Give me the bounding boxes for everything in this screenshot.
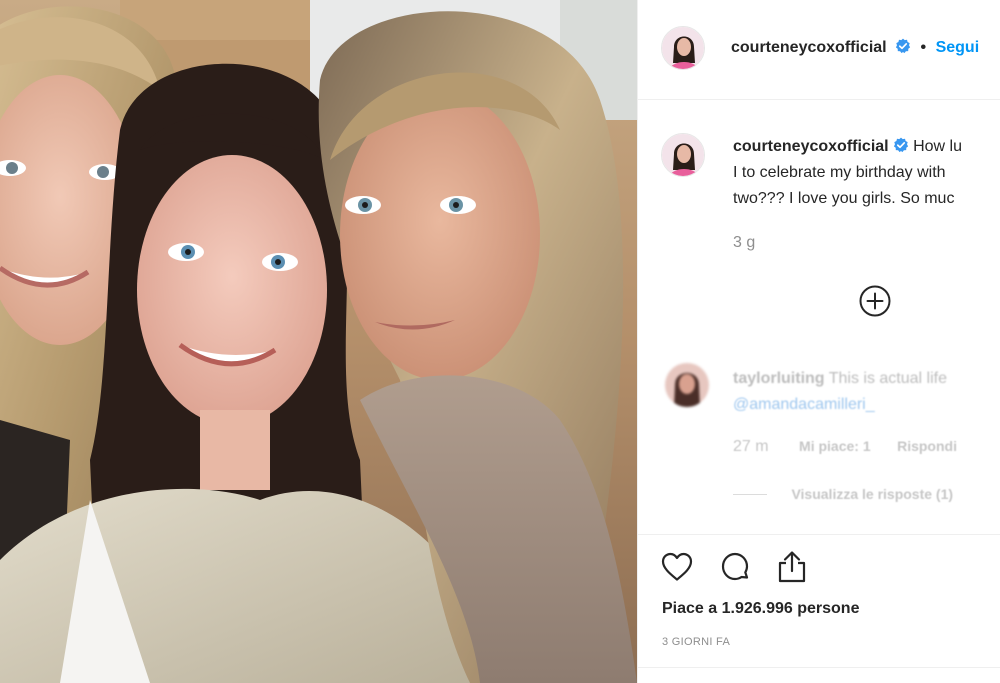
post-photo[interactable] bbox=[0, 0, 637, 683]
view-replies-button[interactable]: Visualizza le risposte (1) bbox=[733, 486, 953, 504]
share-button[interactable] bbox=[775, 549, 809, 585]
verified-badge-icon bbox=[895, 38, 911, 54]
avatar-image bbox=[662, 27, 704, 69]
comment-reply-button[interactable]: Rispondi bbox=[897, 438, 957, 454]
post-timestamp[interactable]: 3 GIORNI FA bbox=[662, 636, 730, 648]
caption-username[interactable]: courteneycoxofficial bbox=[733, 138, 889, 155]
owner-line: courteneycoxofficial • Segui bbox=[731, 38, 979, 57]
add-comment-bar[interactable] bbox=[638, 667, 1000, 683]
comment-button[interactable] bbox=[718, 550, 752, 584]
caption-avatar[interactable] bbox=[661, 133, 705, 177]
heart-icon bbox=[661, 552, 693, 581]
caption-line-3: two??? I love you girls. So muc bbox=[733, 190, 955, 207]
comment-bubble-icon bbox=[721, 552, 749, 581]
separator-dot: • bbox=[920, 39, 927, 56]
share-icon bbox=[778, 551, 806, 583]
plus-circle-icon bbox=[859, 285, 891, 317]
post-sidebar: courteneycoxofficial • Segui courteneyco… bbox=[637, 0, 1000, 683]
load-more-comments-button[interactable] bbox=[859, 285, 891, 317]
follow-button[interactable]: Segui bbox=[936, 39, 980, 56]
caption-text-line: How lu bbox=[913, 138, 962, 155]
like-button[interactable] bbox=[660, 550, 694, 584]
likes-count[interactable]: Piace a 1.926.996 persone bbox=[662, 600, 859, 618]
owner-username[interactable]: courteneycoxofficial bbox=[731, 39, 887, 56]
caption-line-2: I to celebrate my birthday with bbox=[733, 164, 946, 181]
view-replies-label: Visualizza le risposte (1) bbox=[791, 486, 954, 502]
post-actions: Piace a 1.926.996 persone 3 GIORNI FA bbox=[638, 534, 1000, 668]
caption-time: 3 g bbox=[733, 234, 756, 251]
comment-time: 27 m bbox=[733, 438, 769, 455]
commenter-username[interactable]: taylorluiting bbox=[733, 370, 825, 387]
post-header: courteneycoxofficial • Segui bbox=[638, 0, 1000, 100]
comment-body: taylorluiting This is actual life bbox=[733, 366, 947, 392]
comment-meta: 27 m Mi piace: 1 Rispondi bbox=[733, 438, 957, 456]
avatar-image bbox=[665, 363, 709, 407]
comment-mention[interactable]: @amandacamilleri_ bbox=[733, 392, 875, 418]
replies-divider bbox=[733, 494, 767, 496]
comment-text: This is actual life bbox=[828, 370, 947, 387]
owner-avatar[interactable] bbox=[661, 26, 705, 70]
post-image bbox=[0, 0, 637, 683]
caption-line-1: courteneycoxofficial How lu bbox=[733, 134, 962, 160]
comment-likes[interactable]: Mi piace: 1 bbox=[799, 438, 871, 454]
verified-badge-icon bbox=[893, 137, 908, 153]
avatar-image bbox=[662, 134, 704, 176]
caption-text: courteneycoxofficial How lu I to celebra… bbox=[733, 134, 962, 212]
commenter-avatar[interactable] bbox=[665, 363, 709, 407]
